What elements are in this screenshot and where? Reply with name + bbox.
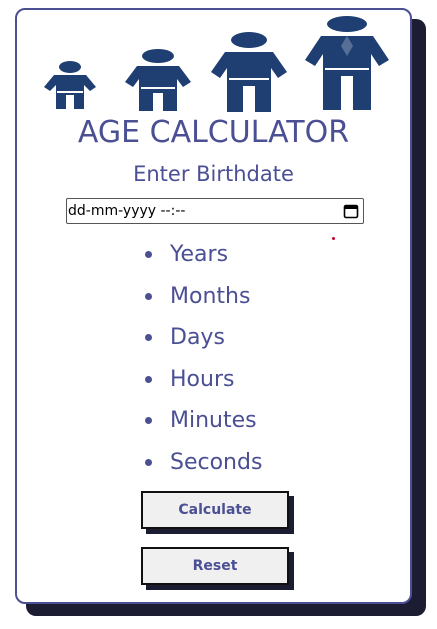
unit-label: Minutes (170, 408, 257, 434)
adult-figure-icon (305, 16, 389, 110)
list-item: Months (145, 276, 262, 318)
teen-figure-icon (211, 32, 287, 112)
calculator-card: AGE CALCULATOR Enter Birthdate dd-mm-yyy… (15, 8, 412, 604)
birthdate-input[interactable]: dd-mm-yyyy --:-- (66, 198, 364, 224)
list-item: Years (145, 234, 262, 276)
unit-label: Hours (170, 366, 235, 392)
unit-label: Seconds (170, 449, 263, 475)
unit-label: Years (170, 242, 229, 268)
list-item: Days (145, 317, 262, 359)
calculate-button-wrap: Calculate (141, 491, 294, 534)
unit-label: Months (170, 283, 251, 309)
calculate-button[interactable]: Calculate (141, 491, 289, 529)
bullet-icon (145, 458, 152, 466)
page-title: AGE CALCULATOR (77, 115, 350, 150)
reset-button-wrap: Reset (141, 547, 294, 590)
time-units-list: Years Months Days Hours Minutes Seconds (145, 234, 262, 483)
reset-button[interactable]: Reset (141, 547, 289, 585)
bullet-icon (145, 334, 152, 342)
red-dot-marker (332, 237, 335, 240)
calendar-icon[interactable] (343, 203, 359, 219)
bullet-icon (145, 251, 152, 259)
bullet-icon (145, 292, 152, 300)
list-item: Seconds (145, 442, 262, 484)
birthdate-label: Enter Birthdate (133, 162, 294, 186)
birthdate-input-value: dd-mm-yyyy --:-- (68, 203, 186, 219)
growth-figures-illustration (41, 16, 393, 116)
list-item: Minutes (145, 400, 262, 442)
boy-figure-icon (125, 49, 191, 111)
bullet-icon (145, 417, 152, 425)
list-item: Hours (145, 359, 262, 401)
bullet-icon (145, 375, 152, 383)
unit-label: Days (170, 325, 225, 351)
child-figure-icon (44, 61, 96, 109)
